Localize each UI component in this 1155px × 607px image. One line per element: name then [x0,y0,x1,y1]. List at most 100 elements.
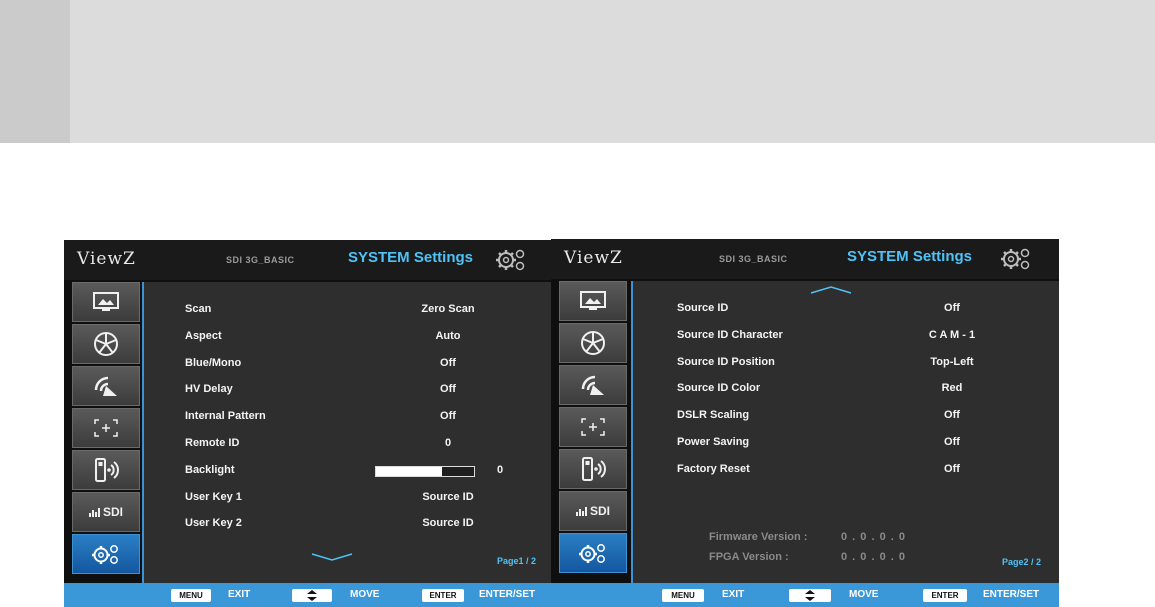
remote-icon [582,457,606,481]
setting-row[interactable]: Power Saving Off [677,436,1017,452]
menu-key[interactable]: MENU [171,589,211,602]
setting-value[interactable]: Off [892,463,1012,475]
top-gray-band [0,0,1155,143]
sdi-icon: SDI [88,505,123,519]
move-key[interactable] [789,589,831,602]
tab-sdi[interactable]: SDI [559,491,627,531]
color-icon [94,332,118,356]
fpga-version-label: FPGA Version : [709,551,789,563]
setting-label: Factory Reset [677,462,750,475]
setting-row[interactable]: User Key 1 Source ID [185,491,545,507]
move-label: MOVE [350,589,380,600]
setting-label: Blue/Mono [185,356,242,369]
setting-label: Source ID [677,302,729,314]
setting-row[interactable]: Scan Zero Scan [185,303,545,319]
enter-key[interactable]: ENTER [923,589,967,602]
setting-row[interactable]: Blue/Mono Off [185,357,545,373]
setting-value[interactable]: Red [892,382,1012,394]
setting-label: Source ID Position [677,355,775,368]
osd-footer: MENU EXIT MOVE ENTER ENTER/SET [64,583,551,607]
setting-row[interactable]: Source ID Off [677,302,1017,318]
setting-value[interactable]: Off [892,302,1012,314]
setting-value[interactable]: Off [388,383,508,395]
picture-icon [580,291,606,310]
tab-picture[interactable] [72,282,140,322]
picture-icon [93,292,119,311]
tab-position[interactable] [72,408,140,448]
settings-panel: Page1 / 2 Scan Zero Scan Aspect Auto Blue/Mo… [142,282,551,583]
setting-value[interactable]: Off [892,436,1012,448]
page-indicator: Page1 / 2 [497,556,537,566]
menu-key[interactable]: MENU [662,589,704,602]
crosshair-icon [581,418,605,436]
tab-picture[interactable] [559,281,627,321]
enter-set-label: ENTER/SET [983,589,1040,600]
enter-set-label: ENTER/SET [479,589,536,600]
setting-label: Source ID Color [677,382,761,395]
setting-row[interactable]: Source ID Position Top-Left [677,356,1017,372]
setting-value[interactable]: Off [388,357,508,369]
tab-system[interactable] [559,533,627,573]
tab-sdi[interactable]: SDI [72,492,140,532]
setting-label: HV Delay [185,383,233,396]
scroll-up-chevron-icon[interactable] [809,285,853,295]
gear-icon [579,544,605,563]
setting-row[interactable]: Backlight 0 [185,464,545,480]
sdi-icon: SDI [575,504,610,518]
firmware-version-label: Firmware Version : [709,531,808,543]
setting-label: Internal Pattern [185,410,266,423]
setting-row[interactable]: User Key 2 Source ID [185,517,545,533]
sdi-tab-label: SDI [589,504,610,518]
setting-value[interactable]: Auto [388,330,508,342]
setting-label: Source ID Character [677,328,783,341]
menu-title: SYSTEM Settings [348,249,474,266]
setting-value[interactable]: Zero Scan [388,303,508,315]
setting-row[interactable]: Aspect Auto [185,330,545,346]
tab-audio[interactable] [559,365,627,405]
setting-value[interactable]: Source ID [388,491,508,503]
fpga-version-value: 0 . 0 . 0 . 0 [841,551,906,563]
setting-label: User Key 1 [185,490,242,503]
scroll-down-chevron-icon[interactable] [310,552,354,562]
up-down-arrow-icon [805,590,815,601]
setting-label: Power Saving [677,436,750,448]
setting-value[interactable]: Source ID [388,517,508,529]
color-icon [581,331,605,355]
tab-system[interactable] [72,534,140,574]
osd-screen-page-1: ViewZ SDI 3G_BASIC SYSTEM Settings SDI P… [64,240,551,607]
crosshair-icon [94,419,118,437]
setting-label: Aspect [185,329,222,342]
firmware-version-value: 0 . 0 . 0 . 0 [841,531,906,543]
tab-audio[interactable] [72,366,140,406]
setting-row[interactable]: Source ID Character C A M - 1 [677,329,1017,345]
tab-color[interactable] [72,324,140,364]
sdi-tab-label: SDI [102,505,123,519]
osd-footer: MENU EXIT MOVE ENTER ENTER/SET [551,583,1059,607]
setting-row[interactable]: Source ID Color Red [677,382,1017,398]
menu-title: SYSTEM Settings [847,248,973,265]
tab-remote[interactable] [559,449,627,489]
setting-row[interactable]: Remote ID 0 [185,437,545,453]
backlight-slider[interactable] [375,465,475,477]
top-gray-strip [0,0,70,143]
setting-value[interactable]: Off [388,410,508,422]
tab-color[interactable] [559,323,627,363]
tab-position[interactable] [559,407,627,447]
setting-value[interactable]: Top-Left [892,356,1012,368]
setting-value[interactable]: 0 [388,437,508,449]
tab-remote[interactable] [72,450,140,490]
setting-value[interactable]: 0 [497,464,503,476]
setting-row[interactable]: Factory Reset Off [677,463,1017,479]
exit-label: EXIT [228,589,251,600]
setting-label: Remote ID [185,437,240,449]
setting-value[interactable]: Off [892,409,1012,421]
settings-panel: Firmware Version : 0 . 0 . 0 . 0 FPGA Ve… [631,281,1059,583]
setting-value[interactable]: C A M - 1 [892,329,1012,341]
enter-key[interactable]: ENTER [422,589,464,602]
setting-label: Backlight [185,463,235,476]
setting-row[interactable]: HV Delay Off [185,383,545,399]
setting-row[interactable]: Internal Pattern Off [185,410,545,426]
setting-row[interactable]: DSLR Scaling Off [677,409,1017,425]
gear-icon [92,545,118,564]
move-key[interactable] [292,589,332,602]
